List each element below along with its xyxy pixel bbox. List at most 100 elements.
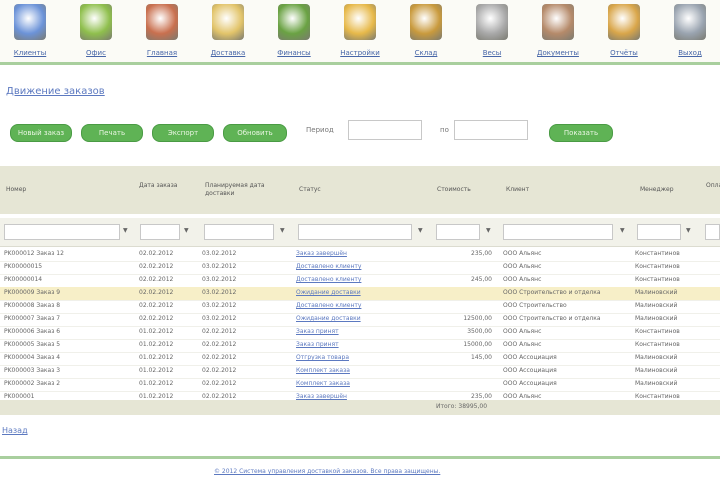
cell-status[interactable]: Ожидание доставки: [296, 315, 430, 322]
toolbar-item-label[interactable]: Весы: [462, 49, 522, 57]
footer-link[interactable]: © 2012 Система управления доставкой зака…: [214, 468, 440, 475]
tools-icon[interactable]: [344, 4, 376, 40]
table-row[interactable]: PK000012 Заказ 12 02.02.2012 03.02.2012 Зак…: [0, 248, 720, 262]
team-icon[interactable]: [146, 4, 178, 40]
cell-plan: 02.02.2012: [202, 393, 237, 400]
column-header-order-date[interactable]: Дата заказа: [139, 182, 179, 190]
column-header-number[interactable]: Номер: [6, 186, 26, 194]
truck-icon[interactable]: [212, 4, 244, 40]
table-row[interactable]: PK000008 Заказ 8 02.02.2012 03.02.2012 Дост…: [0, 300, 720, 314]
cell-plan: 02.02.2012: [202, 380, 237, 387]
filter-status-input[interactable]: [298, 224, 412, 240]
toolbar-item-label[interactable]: Настройки: [330, 49, 390, 57]
toolbar-item-label[interactable]: Клиенты: [0, 49, 60, 57]
period-to-label: по: [440, 126, 449, 134]
toolbar-item-3[interactable]: Доставка: [198, 2, 258, 60]
filter-payment-input[interactable]: [705, 224, 720, 240]
toolbar-item-4[interactable]: Финансы: [264, 2, 324, 60]
toolbar-item-6[interactable]: Склад: [396, 2, 456, 60]
filter-date-input[interactable]: [140, 224, 180, 240]
apply-button[interactable]: Показать: [549, 124, 613, 142]
toolbar-item-0[interactable]: Клиенты: [0, 2, 60, 60]
column-header-cost[interactable]: Стоимость: [437, 186, 471, 194]
table-row[interactable]: PK000002 Заказ 2 01.02.2012 02.02.2012 Комп…: [0, 378, 720, 392]
toolbar-item-label[interactable]: Отчёты: [594, 49, 654, 57]
column-header-plan-date[interactable]: Планируемая дата доставки: [205, 182, 283, 198]
column-header-manager[interactable]: Менеджер: [640, 186, 674, 194]
export-button[interactable]: Экспорт: [152, 124, 214, 142]
filter-dropdown-icon[interactable]: ▼: [184, 227, 189, 234]
print-button[interactable]: Печать: [81, 124, 143, 142]
table-row[interactable]: PK000003 Заказ 3 01.02.2012 02.02.2012 Комп…: [0, 365, 720, 379]
cell-plan: 03.02.2012: [202, 276, 237, 283]
filter-manager-input[interactable]: [637, 224, 681, 240]
filter-dropdown-icon[interactable]: ▼: [486, 227, 491, 234]
toolbar-item-8[interactable]: Документы: [528, 2, 588, 60]
toolbar-item-label[interactable]: Выход: [660, 49, 720, 57]
column-header-status[interactable]: Статус: [299, 186, 321, 194]
table-row[interactable]: PK000007 Заказ 7 02.02.2012 03.02.2012 Ожид…: [0, 313, 720, 327]
filter-dropdown-icon[interactable]: ▼: [418, 227, 423, 234]
page-title[interactable]: Движение заказов: [6, 86, 105, 97]
filter-dropdown-icon[interactable]: ▼: [620, 227, 625, 234]
cell-status[interactable]: Доставлено клиенту: [296, 263, 430, 270]
filter-cost-input[interactable]: [436, 224, 480, 240]
period-from-input[interactable]: [348, 120, 422, 140]
box-icon[interactable]: [410, 4, 442, 40]
manager-icon[interactable]: [80, 4, 112, 40]
column-header-client[interactable]: Клиент: [506, 186, 529, 194]
exit-icon[interactable]: [674, 4, 706, 40]
cell-status[interactable]: Доставлено клиенту: [296, 302, 430, 309]
cell-status[interactable]: Отгрузка товара: [296, 354, 430, 361]
people-icon[interactable]: [14, 4, 46, 40]
toolbar-item-label[interactable]: Доставка: [198, 49, 258, 57]
back-link[interactable]: Назад: [2, 426, 28, 435]
cell-client: ООО Ассоциация: [503, 367, 557, 374]
toolbar-item-7[interactable]: Весы: [462, 2, 522, 60]
filter-client-input[interactable]: [503, 224, 613, 240]
toolbar-item-label[interactable]: Документы: [528, 49, 588, 57]
table-header: Номер Дата заказа Планируемая дата доста…: [0, 166, 720, 214]
table-row[interactable]: PK00000015 02.02.2012 03.02.2012 Доставлено…: [0, 261, 720, 275]
toolbar-item-label[interactable]: Финансы: [264, 49, 324, 57]
archive-icon[interactable]: [542, 4, 574, 40]
money-icon[interactable]: [278, 4, 310, 40]
cell-date: 01.02.2012: [139, 380, 174, 387]
cell-num: PK000001: [4, 393, 35, 400]
toolbar-item-5[interactable]: Настройки: [330, 2, 390, 60]
table-row[interactable]: PK000004 Заказ 4 01.02.2012 02.02.2012 Отгр…: [0, 352, 720, 366]
filter-plan-date-input[interactable]: [204, 224, 274, 240]
filter-dropdown-icon[interactable]: ▼: [686, 227, 691, 234]
cell-status[interactable]: Заказ завершён: [296, 393, 430, 400]
table-row[interactable]: PK00000014 02.02.2012 03.02.2012 Доставлено…: [0, 274, 720, 288]
toolbar-item-9[interactable]: Отчёты: [594, 2, 654, 60]
filter-dropdown-icon[interactable]: ▼: [123, 227, 128, 234]
cell-status[interactable]: Комплект заказа: [296, 380, 430, 387]
period-to-input[interactable]: [454, 120, 528, 140]
table-row[interactable]: PK000006 Заказ 6 01.02.2012 02.02.2012 Зака…: [0, 326, 720, 340]
toolbar-item-10[interactable]: Выход: [660, 2, 720, 60]
cell-status[interactable]: Комплект заказа: [296, 367, 430, 374]
toolbar-item-label[interactable]: Главная: [132, 49, 192, 57]
column-header-payment[interactable]: Оплата: [706, 182, 720, 190]
table-row[interactable]: PK000005 Заказ 5 01.02.2012 02.02.2012 Зака…: [0, 339, 720, 353]
filter-number-input[interactable]: [4, 224, 120, 240]
toolbar-item-2[interactable]: Главная: [132, 2, 192, 60]
refresh-button[interactable]: Обновить: [223, 124, 287, 142]
notebook-icon[interactable]: [608, 4, 640, 40]
cell-status[interactable]: Заказ принят: [296, 341, 430, 348]
cell-plan: 03.02.2012: [202, 263, 237, 270]
cell-status[interactable]: Заказ завершён: [296, 250, 430, 257]
cell-status[interactable]: Доставлено клиенту: [296, 276, 430, 283]
cell-status[interactable]: Заказ принят: [296, 328, 430, 335]
new-order-button[interactable]: Новый заказ: [10, 124, 72, 142]
scale-icon[interactable]: [476, 4, 508, 40]
period-from-label: Период: [306, 126, 334, 134]
cell-status[interactable]: Ожидание доставки: [296, 289, 430, 296]
table-row[interactable]: PK000009 Заказ 9 02.02.2012 03.02.2012 Ожид…: [0, 287, 720, 301]
cell-cost: 235,00: [471, 250, 492, 257]
filter-dropdown-icon[interactable]: ▼: [280, 227, 285, 234]
toolbar-item-label[interactable]: Склад: [396, 49, 456, 57]
toolbar-item-1[interactable]: Офис: [66, 2, 126, 60]
toolbar-item-label[interactable]: Офис: [66, 49, 126, 57]
